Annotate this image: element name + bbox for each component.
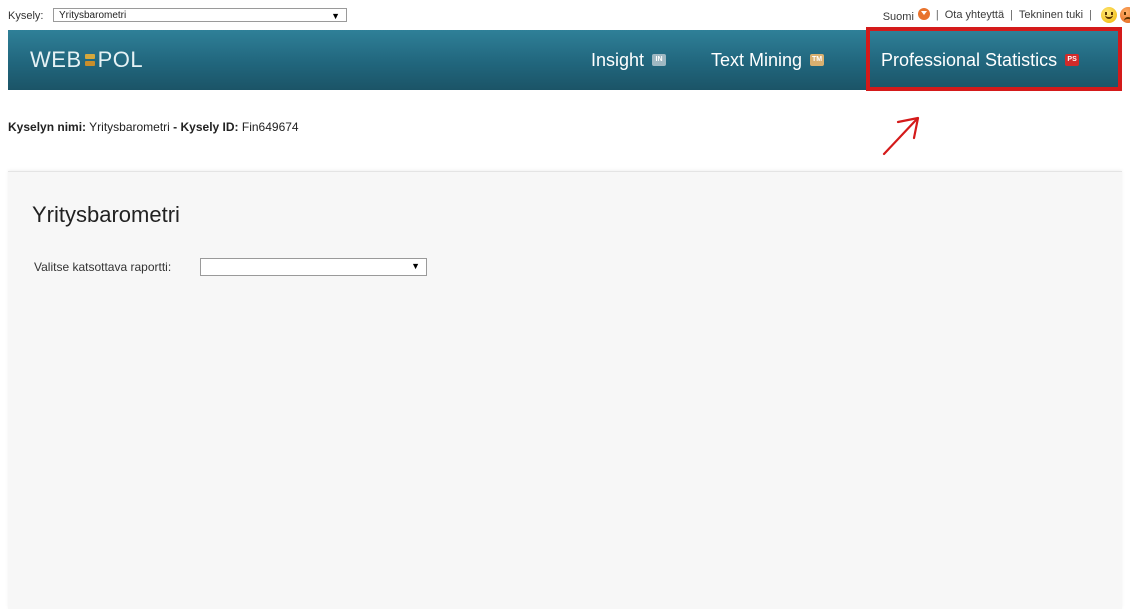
separator: | [1089,9,1092,21]
language-link[interactable]: Suomi [882,7,930,23]
smiley-sad-icon[interactable] [1120,7,1130,23]
text-mining-badge-icon: TM [810,54,825,66]
nav-item-label: Professional Statistics [881,49,1058,70]
survey-id-value: Fin649674 [241,120,299,134]
survey-select[interactable]: Yritysbarometri ▼ [53,8,347,22]
top-utility-bar: Kysely: Yritysbarometri ▼ Suomi | Ota yh… [0,0,1130,28]
nav-item-insight[interactable]: Insight IN [591,30,667,90]
report-select-label: Valitse katsottava raportti: [34,260,172,274]
nav-item-label: Text Mining [711,49,803,70]
survey-select-label: Kysely: [8,10,44,22]
support-link[interactable]: Tekninen tuki [1019,9,1083,21]
main-navbar: WEB POL Insight IN Text Mining TM Profes… [8,30,1122,90]
separator: | [935,9,939,21]
chevron-down-circle-icon[interactable] [917,7,930,20]
report-select[interactable]: ▼ [200,258,427,276]
insight-badge-icon: IN [652,54,667,66]
language-label: Suomi [882,10,914,23]
survey-name-value: Yritysbarometri [89,120,170,134]
nav-item-label: Insight [591,49,645,70]
contact-link[interactable]: Ota yhteyttä [945,9,1004,21]
triangle-down-icon: ▼ [411,261,420,271]
triangle-down-icon: ▼ [331,11,340,21]
logo-mark-icon [84,53,95,67]
arrow-up-right-icon [882,116,920,156]
page-title: Yritysbarometri [32,202,180,227]
professional-statistics-badge-icon: PS [1065,54,1080,66]
nav-item-text-mining[interactable]: Text Mining TM [711,30,825,90]
survey-select-value: Yritysbarometri [59,10,127,21]
survey-info: Kyselyn nimi: Yritysbarometri - Kysely I… [8,120,299,134]
webropol-logo[interactable]: WEB POL [30,47,143,73]
logo-text-right: POL [97,47,144,72]
survey-name-label: Kyselyn nimi: [8,120,87,134]
separator: | [1010,9,1013,21]
content-panel: Yritysbarometri Valitse katsottava rapor… [8,171,1122,609]
nav-item-professional-statistics[interactable]: Professional Statistics PS [881,30,1080,90]
smiley-happy-icon[interactable] [1101,7,1117,23]
logo-text-left: WEB [30,47,82,72]
survey-info-dash: - [169,120,181,134]
survey-id-label: Kysely ID: [180,120,239,134]
utility-links: Suomi | Ota yhteyttä | Tekninen tuki | [882,7,1130,23]
